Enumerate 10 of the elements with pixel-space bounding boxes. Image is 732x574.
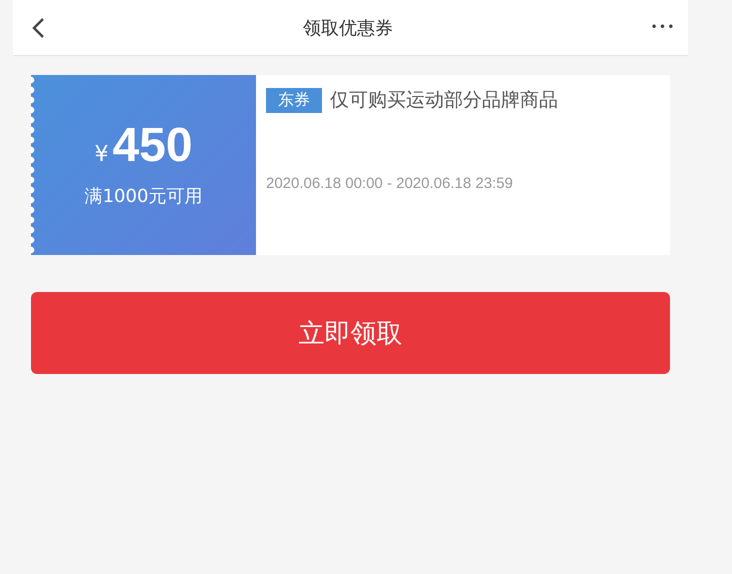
back-icon[interactable] bbox=[31, 16, 45, 38]
page-title: 领取优惠券 bbox=[302, 16, 394, 40]
coupon-condition: 满1000元可用 bbox=[84, 185, 202, 208]
more-button[interactable]: ••• bbox=[650, 22, 676, 33]
coupon-tag: 东券 bbox=[266, 88, 322, 112]
currency-symbol: ¥ bbox=[94, 142, 108, 167]
claim-button[interactable]: 立即领取 bbox=[31, 292, 670, 374]
coupon-description: 仅可购买运动部分品牌商品 bbox=[330, 88, 558, 113]
validity-period: 2020.06.18 00:00 - 2020.06.18 23:59 bbox=[266, 175, 514, 192]
coupon-amount: 450 bbox=[112, 122, 193, 170]
